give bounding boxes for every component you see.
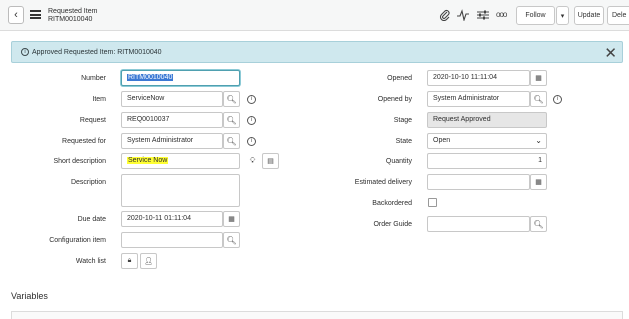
state-value: Open — [433, 137, 451, 144]
opened-by-lookup-button[interactable]: 🔍︎ — [530, 91, 547, 107]
estimated-delivery-label: Estimated delivery — [354, 179, 412, 186]
number-field[interactable]: RITM0010040 — [121, 70, 240, 86]
description-label: Description — [70, 179, 106, 186]
delete-button[interactable]: Dele — [607, 6, 629, 25]
form-header: ‹ Requested Item RITM0010040 ooo Follow … — [0, 0, 629, 31]
stage-field: Request Approved — [427, 112, 547, 128]
item-lookup-button[interactable]: 🔍︎ — [223, 91, 240, 107]
lightbulb-icon: 💡︎ — [249, 156, 256, 165]
chevron-down-icon: ⌄ — [535, 136, 542, 145]
caret-down-icon: ▾ — [560, 12, 565, 20]
item-field[interactable]: ServiceNow — [121, 91, 223, 107]
search-icon: 🔍︎ — [226, 94, 237, 104]
add-user-icon: 👤︎ — [144, 258, 153, 265]
configuration-item-label: Configuration item — [49, 237, 106, 244]
short-description-value: Service Now — [127, 157, 169, 164]
search-icon: 🔍︎ — [226, 136, 237, 146]
opened-calendar-button[interactable]: ▦ — [530, 70, 547, 86]
back-button[interactable]: ‹ — [8, 6, 24, 24]
paperclip-icon[interactable] — [439, 9, 450, 24]
item-label: Item — [92, 96, 106, 103]
item-info-button[interactable]: i — [243, 91, 260, 107]
opened-field[interactable]: 2020-10-10 11:11:04 — [427, 70, 530, 86]
estimated-delivery-calendar-button[interactable]: ▦ — [530, 174, 547, 190]
request-info-button[interactable]: i — [243, 112, 260, 128]
info-icon: i — [247, 94, 256, 104]
state-label: State — [395, 138, 412, 145]
info-icon: i — [247, 115, 256, 125]
requested-for-lookup-button[interactable]: 🔍︎ — [223, 133, 240, 149]
order-guide-lookup-button[interactable]: 🔍︎ — [530, 216, 547, 232]
follow-button[interactable]: Follow — [516, 6, 555, 25]
description-textarea[interactable] — [121, 174, 240, 207]
record-number: RITM0010040 — [48, 16, 93, 23]
lock-icon: 🔒︎ — [127, 257, 132, 264]
state-select[interactable]: Open ⌄ — [427, 133, 547, 149]
watch-list-label: Watch list — [75, 258, 106, 265]
search-icon: 🔍︎ — [533, 94, 544, 104]
calendar-icon: ▦ — [228, 216, 235, 223]
update-button[interactable]: Update — [574, 6, 604, 25]
configuration-item-field[interactable] — [121, 232, 223, 248]
info-icon: i — [247, 136, 256, 146]
requested-for-field[interactable]: System Administrator — [121, 133, 223, 149]
calendar-icon: ▦ — [535, 179, 542, 186]
order-guide-label: Order Guide — [373, 221, 412, 228]
watch-list-add-me-button[interactable]: 👤︎ — [140, 253, 157, 269]
short-description-label: Short description — [53, 158, 106, 165]
backordered-label: Backordered — [372, 200, 412, 207]
order-guide-field[interactable] — [427, 216, 530, 232]
more-options-icon[interactable]: ooo — [496, 10, 507, 19]
number-label: Number — [81, 75, 106, 82]
estimated-delivery-field[interactable] — [427, 174, 530, 190]
opened-by-info-button[interactable]: i — [549, 91, 566, 107]
opened-by-field[interactable]: System Administrator — [427, 91, 530, 107]
hamburger-menu-icon[interactable] — [30, 10, 41, 19]
requested-for-info-button[interactable]: i — [243, 133, 260, 149]
activity-pulse-icon[interactable] — [457, 9, 469, 24]
quantity-label: Quantity — [385, 158, 412, 165]
close-icon[interactable]: ✕ — [604, 44, 617, 62]
due-date-label: Due date — [77, 216, 106, 223]
stage-label: Stage — [393, 117, 412, 124]
configuration-item-lookup-button[interactable]: 🔍︎ — [223, 232, 240, 248]
suggestion-button[interactable]: 💡︎ — [244, 153, 261, 169]
record-type: Requested Item — [48, 8, 98, 15]
requested-for-label: Requested for — [62, 138, 106, 145]
calendar-icon: ▦ — [535, 75, 542, 82]
number-value: RITM0010040 — [127, 74, 174, 81]
due-date-calendar-button[interactable]: ▦ — [223, 211, 240, 227]
follow-dropdown-button[interactable]: ▾ — [556, 6, 569, 25]
variables-section-panel — [11, 311, 623, 319]
request-lookup-button[interactable]: 🔍︎ — [223, 112, 240, 128]
opened-by-label: Opened by — [377, 96, 412, 103]
variables-section-title: Variables — [11, 291, 48, 301]
sliders-icon[interactable] — [477, 9, 489, 24]
info-icon: i — [21, 48, 29, 56]
due-date-field[interactable]: 2020-10-11 01:11:04 — [121, 211, 223, 227]
watch-list-lock-button[interactable]: 🔒︎ — [121, 253, 138, 269]
chevron-left-icon: ‹ — [14, 9, 18, 21]
template-button[interactable]: ▤ — [262, 153, 279, 169]
info-icon: i — [553, 94, 562, 104]
backordered-checkbox[interactable] — [428, 198, 437, 207]
request-field[interactable]: REQ0010037 — [121, 112, 223, 128]
short-description-field[interactable]: Service Now — [121, 153, 240, 169]
document-icon: ▤ — [267, 158, 274, 165]
search-icon: 🔍︎ — [533, 219, 544, 229]
search-icon: 🔍︎ — [226, 115, 237, 125]
opened-label: Opened — [387, 75, 412, 82]
search-icon: 🔍︎ — [226, 235, 237, 245]
info-message-banner: i Approved Requested Item: RITM0010040 ✕ — [11, 41, 623, 63]
request-label: Request — [79, 117, 106, 124]
banner-message: Approved Requested Item: RITM0010040 — [32, 49, 162, 56]
record-title: Requested Item RITM0010040 — [48, 8, 97, 24]
quantity-field[interactable]: 1 — [427, 153, 547, 169]
